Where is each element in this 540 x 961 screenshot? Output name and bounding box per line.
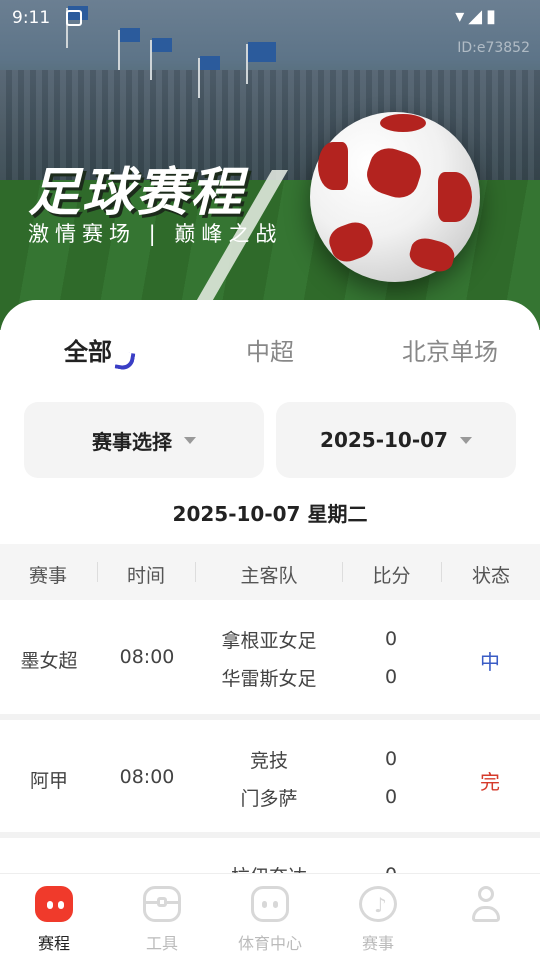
tab-all[interactable]: 全部 bbox=[64, 332, 112, 367]
ball-patch bbox=[438, 172, 472, 222]
event-select-dropdown[interactable]: 赛事选择 bbox=[24, 402, 264, 478]
toolbox-icon bbox=[143, 886, 181, 922]
row-home-score: 0 bbox=[384, 628, 398, 650]
table-header: 赛事 时间 主客队 比分 状态 bbox=[0, 544, 540, 600]
caret-down-icon bbox=[184, 436, 196, 444]
row-away-score: 0 bbox=[384, 786, 398, 808]
music-note-icon: ♪ bbox=[359, 886, 397, 922]
row-time: 08:00 bbox=[119, 766, 175, 788]
date-select-dropdown[interactable]: 2025-10-07 bbox=[276, 402, 516, 478]
bottom-nav: 赛程 工具 体育中心 ♪ 赛事 bbox=[0, 873, 540, 960]
nav-tools[interactable]: 工具 bbox=[108, 874, 216, 961]
row-home-team: 竞技 bbox=[249, 750, 288, 772]
hero-id-text: ID:e73852 bbox=[457, 40, 530, 56]
row-away-score: 0 bbox=[384, 666, 398, 688]
header-league: 赛事 bbox=[28, 565, 67, 587]
row-league: 墨女超 bbox=[20, 650, 78, 672]
ball-patch bbox=[362, 143, 426, 203]
header-status: 状态 bbox=[471, 565, 510, 587]
row-status: 完 bbox=[480, 770, 500, 794]
soccer-ball-image bbox=[310, 112, 480, 282]
status-time: 9:11 bbox=[12, 8, 51, 28]
nav-profile[interactable] bbox=[432, 874, 540, 961]
flag bbox=[200, 56, 220, 70]
tab-csl[interactable]: 中超 bbox=[246, 332, 294, 367]
flag bbox=[152, 38, 172, 52]
status-bar: 9:11 ▾◢▮ bbox=[0, 0, 540, 36]
row-away-team: 华雷斯女足 bbox=[221, 668, 317, 690]
nav-tools-label: 工具 bbox=[145, 934, 178, 953]
nav-events-label: 赛事 bbox=[361, 934, 394, 953]
ball-patch bbox=[318, 142, 348, 190]
nav-sports-center[interactable]: 体育中心 bbox=[216, 874, 324, 961]
flag bbox=[248, 42, 276, 62]
table-row[interactable]: 墨女超 08:00 拿根亚女足 华雷斯女足 0 0 中 bbox=[0, 600, 540, 714]
hero-title: 足球赛程 bbox=[28, 163, 245, 223]
schedule-icon bbox=[35, 886, 73, 922]
header-teams: 主客队 bbox=[240, 565, 298, 587]
row-league: 阿甲 bbox=[29, 770, 68, 792]
nav-sports-center-label: 体育中心 bbox=[237, 934, 302, 953]
nav-schedule[interactable]: 赛程 bbox=[0, 874, 108, 961]
table-row[interactable]: 阿甲 08:00 竞技 门多萨 0 0 完 bbox=[0, 720, 540, 834]
nav-events[interactable]: ♪ 赛事 bbox=[324, 874, 432, 961]
header-time: 时间 bbox=[126, 565, 165, 587]
row-time: 08:00 bbox=[119, 646, 175, 668]
row-home-team: 拿根亚女足 bbox=[221, 630, 317, 652]
nav-schedule-label: 赛程 bbox=[37, 934, 70, 953]
date-select-label: 2025-10-07 bbox=[320, 428, 448, 452]
date-heading: 2025-10-07 星期二 bbox=[172, 502, 368, 526]
ball-patch bbox=[380, 114, 426, 132]
notification-icon bbox=[66, 10, 82, 26]
table-row[interactable]: 拉伊奈达 0 bbox=[0, 838, 540, 878]
row-away-team: 门多萨 bbox=[240, 788, 298, 810]
row-home-score: 0 bbox=[384, 748, 398, 770]
profile-icon bbox=[467, 886, 505, 922]
row-status: 中 bbox=[480, 650, 500, 674]
tab-beijing-single[interactable]: 北京单场 bbox=[402, 332, 498, 367]
status-icons: ▾◢▮ bbox=[455, 6, 500, 27]
header-score: 比分 bbox=[372, 565, 411, 587]
hero-banner: 9:11 ▾◢▮ ID:e73852 足球赛程 激情赛场 | 巅峰之战 bbox=[0, 0, 540, 330]
hero-subtitle: 激情赛场 | 巅峰之战 bbox=[28, 222, 283, 246]
event-select-label: 赛事选择 bbox=[92, 429, 172, 454]
caret-down-icon bbox=[459, 436, 472, 444]
sports-center-icon bbox=[251, 886, 289, 922]
